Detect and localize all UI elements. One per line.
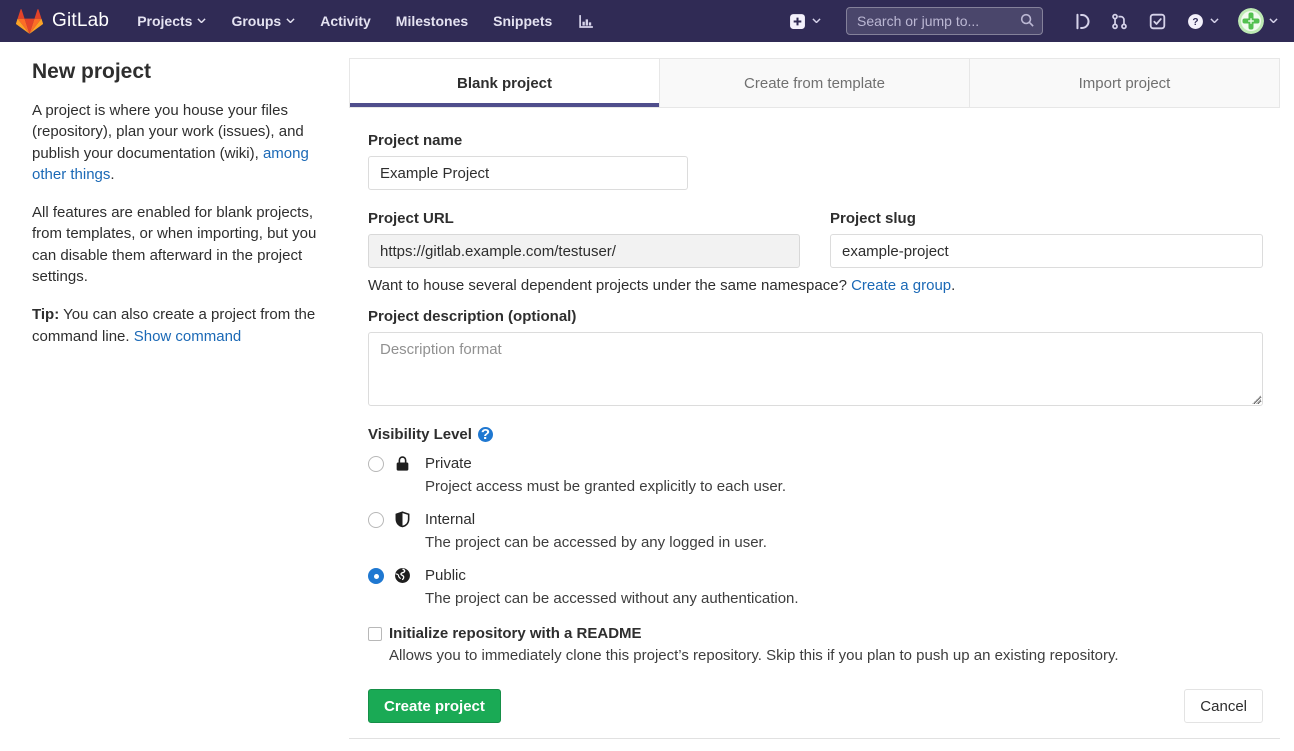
tab-blank-project[interactable]: Blank project: [350, 59, 659, 107]
visibility-level-group: Visibility Level ? Private Project acces…: [368, 426, 1263, 609]
blank-project-panel: Project name Project URL Project slug Wa…: [349, 108, 1280, 738]
help-icon: ?: [1186, 12, 1205, 31]
public-radio[interactable]: [368, 568, 384, 584]
chevron-down-icon: [812, 18, 821, 24]
project-description-group: Project description (optional): [368, 308, 1263, 406]
chevron-down-icon: [1269, 18, 1278, 24]
readme-label[interactable]: Initialize repository with a README: [389, 624, 1119, 644]
project-description-textarea[interactable]: [368, 332, 1263, 406]
visibility-option-internal[interactable]: Internal The project can be accessed by …: [368, 509, 1263, 553]
visibility-option-private[interactable]: Private Project access must be granted e…: [368, 453, 1263, 497]
svg-text:?: ?: [1192, 17, 1198, 28]
avatar: [1238, 8, 1264, 34]
search-icon[interactable]: [1020, 13, 1035, 28]
project-description-label: Project description (optional): [368, 308, 1263, 325]
tanuki-icon: [16, 9, 43, 34]
project-url-namespace-select[interactable]: [368, 234, 800, 268]
merge-request-icon[interactable]: [1110, 12, 1129, 31]
nav-groups-label: Groups: [231, 13, 281, 29]
page-content: New project A project is where you house…: [0, 42, 1294, 739]
brand-name[interactable]: GitLab: [52, 10, 109, 32]
intro-paragraph: A project is where you house your files …: [32, 100, 333, 185]
nav-milestones[interactable]: Milestones: [396, 13, 468, 29]
nav-activity[interactable]: Activity: [320, 13, 371, 29]
visibility-level-label: Visibility Level: [368, 426, 472, 443]
private-label: Private: [425, 453, 786, 475]
features-paragraph: All features are enabled for blank proje…: [32, 202, 333, 287]
nav-projects[interactable]: Projects: [137, 13, 206, 29]
project-name-input[interactable]: [368, 156, 688, 190]
visibility-help-icon[interactable]: ?: [478, 427, 493, 442]
chevron-down-icon: [286, 18, 295, 24]
project-name-label: Project name: [368, 132, 1263, 149]
private-radio[interactable]: [368, 456, 384, 472]
readme-checkbox[interactable]: [368, 627, 382, 641]
create-a-group-link[interactable]: Create a group: [851, 277, 951, 294]
chevron-down-icon: [197, 18, 206, 24]
user-menu[interactable]: [1238, 8, 1278, 34]
project-slug-group: Project slug: [830, 210, 1263, 268]
nav-projects-label: Projects: [137, 13, 192, 29]
visibility-option-public[interactable]: Public The project can be accessed witho…: [368, 565, 1263, 609]
shield-icon: [394, 511, 411, 528]
nav-snippets[interactable]: Snippets: [493, 13, 552, 29]
nav-groups[interactable]: Groups: [231, 13, 295, 29]
primary-nav: Projects Groups Activity Milestones Snip…: [137, 12, 596, 31]
tip-paragraph: Tip: You can also create a project from …: [32, 304, 333, 347]
globe-icon: [394, 567, 411, 584]
readme-group: Initialize repository with a README Allo…: [368, 624, 1263, 666]
project-slug-input[interactable]: [830, 234, 1263, 268]
project-slug-label: Project slug: [830, 210, 1263, 227]
namespace-hint: Want to house several dependent projects…: [368, 277, 1263, 294]
plus-square-icon: [788, 12, 807, 31]
namespace-hint-end: .: [951, 277, 955, 294]
todos-icon[interactable]: [1148, 12, 1167, 31]
global-search: [846, 7, 1043, 35]
description-column: New project A project is where you house…: [32, 58, 333, 739]
nav-milestones-label: Milestones: [396, 13, 468, 29]
internal-label: Internal: [425, 509, 767, 531]
analytics-icon[interactable]: [577, 12, 596, 31]
chevron-down-icon: [1210, 18, 1219, 24]
intro-text-end: .: [110, 166, 114, 183]
public-label: Public: [425, 565, 799, 587]
search-input[interactable]: [846, 7, 1043, 35]
nav-activity-label: Activity: [320, 13, 371, 29]
tab-import-project[interactable]: Import project: [969, 59, 1279, 107]
page-title: New project: [32, 60, 333, 84]
gitlab-logo[interactable]: GitLab: [16, 9, 109, 34]
navbar-right: ?: [788, 7, 1278, 35]
top-navbar: GitLab Projects Groups Activity Mileston…: [0, 0, 1294, 42]
new-project-form: Blank project Create from template Impor…: [349, 58, 1280, 739]
tab-create-from-template[interactable]: Create from template: [659, 59, 969, 107]
new-menu[interactable]: [788, 12, 821, 31]
show-command-link[interactable]: Show command: [134, 328, 242, 345]
nav-snippets-label: Snippets: [493, 13, 552, 29]
form-actions: Create project Cancel: [368, 689, 1263, 738]
readme-description: Allows you to immediately clone this pro…: [389, 645, 1119, 666]
tip-label: Tip:: [32, 306, 59, 323]
namespace-hint-text: Want to house several dependent projects…: [368, 277, 851, 294]
issues-icon[interactable]: [1072, 12, 1091, 31]
project-url-label: Project URL: [368, 210, 800, 227]
project-type-tabs: Blank project Create from template Impor…: [349, 58, 1280, 108]
help-menu[interactable]: ?: [1186, 12, 1219, 31]
lock-icon: [394, 455, 411, 472]
internal-description: The project can be accessed by any logge…: [425, 532, 767, 553]
project-name-group: Project name: [368, 132, 1263, 190]
project-url-group: Project URL: [368, 210, 800, 268]
url-slug-row: Project URL Project slug: [368, 210, 1263, 268]
private-description: Project access must be granted explicitl…: [425, 476, 786, 497]
internal-radio[interactable]: [368, 512, 384, 528]
cancel-button[interactable]: Cancel: [1184, 689, 1263, 723]
public-description: The project can be accessed without any …: [425, 588, 799, 609]
create-project-button[interactable]: Create project: [368, 689, 501, 723]
